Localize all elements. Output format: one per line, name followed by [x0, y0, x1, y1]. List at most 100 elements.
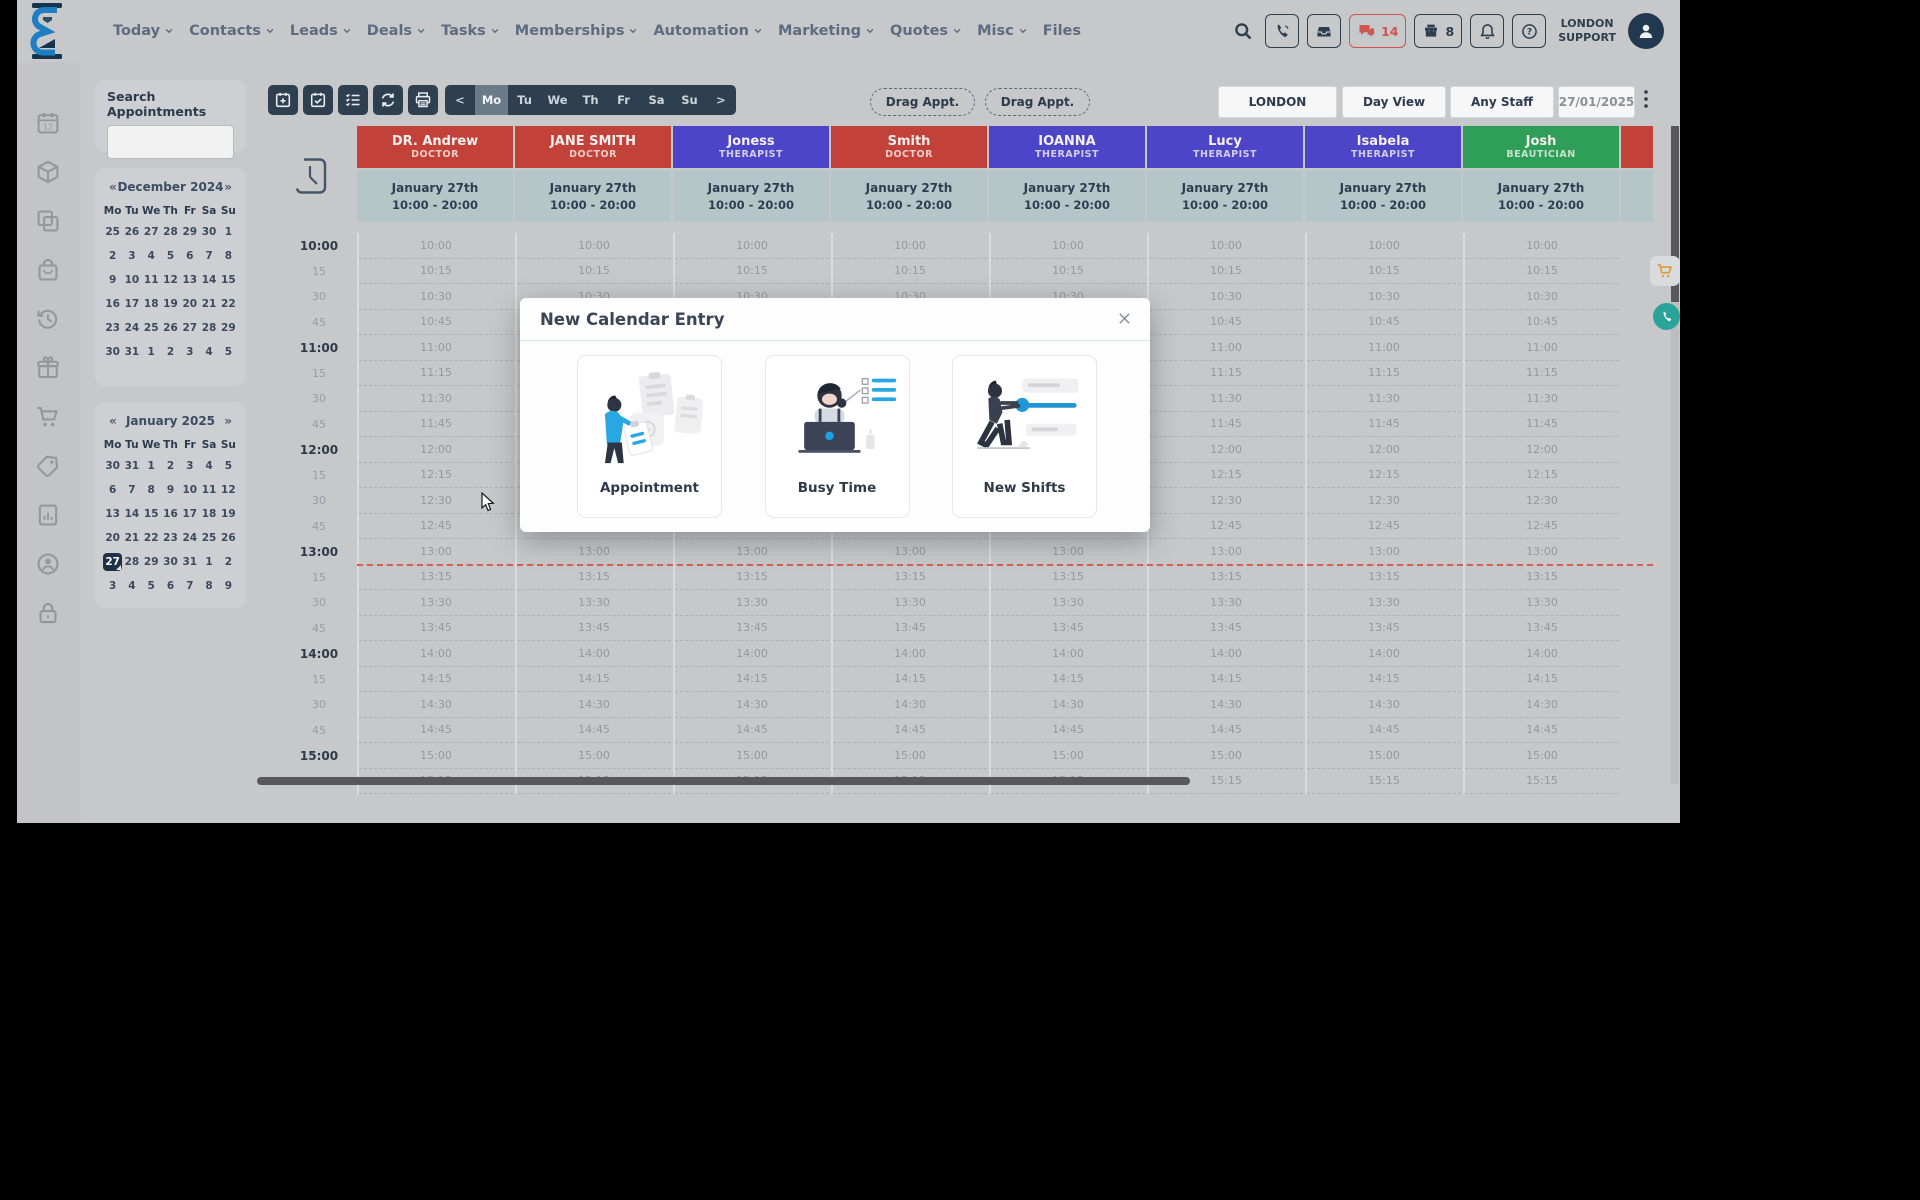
day-cell[interactable]: 25	[142, 319, 161, 337]
time-slot-cell[interactable]: 13:15	[517, 565, 671, 591]
time-slot-cell[interactable]: 11:15	[1307, 361, 1461, 387]
day-cell[interactable]: 8	[219, 247, 238, 265]
day-cell[interactable]: 15	[219, 271, 238, 289]
day-cell[interactable]: 29	[219, 319, 238, 337]
horizontal-scrollbar[interactable]	[257, 777, 1190, 785]
time-slot-cell[interactable]: 14:30	[833, 692, 987, 718]
time-slot-cell[interactable]: 13:00	[991, 539, 1145, 565]
day-cell[interactable]: 30	[199, 223, 218, 241]
notifications-button[interactable]	[1470, 14, 1504, 48]
prev-month-button[interactable]: «	[109, 414, 117, 428]
time-slot-cell[interactable]: 13:30	[1149, 590, 1303, 616]
time-slot-cell[interactable]: 11:00	[1307, 335, 1461, 361]
sidebar-item-copy[interactable]	[33, 206, 63, 236]
day-cell[interactable]: 20	[103, 529, 122, 547]
time-slot-cell[interactable]: 12:45	[359, 514, 513, 540]
nav-item-today[interactable]: Today	[113, 23, 174, 39]
time-slot-cell[interactable]: 13:00	[1307, 539, 1461, 565]
day-cell[interactable]: 28	[199, 319, 218, 337]
time-slot-cell[interactable]: 12:45	[1307, 514, 1461, 540]
time-slot-cell[interactable]: 15:00	[991, 743, 1145, 769]
time-slot-cell[interactable]: 12:00	[1465, 437, 1619, 463]
time-slot-cell[interactable]: 12:45	[1465, 514, 1619, 540]
time-slot-cell[interactable]: 10:15	[1465, 259, 1619, 285]
day-cell[interactable]: 3	[180, 343, 199, 361]
nav-item-memberships[interactable]: Memberships	[515, 23, 639, 39]
time-slot-cell[interactable]: 14:30	[1465, 692, 1619, 718]
day-cell[interactable]: 8	[142, 481, 161, 499]
time-slot-cell[interactable]: 10:45	[1149, 310, 1303, 336]
day-cell[interactable]: 27	[180, 319, 199, 337]
time-slot-cell[interactable]: 14:30	[1307, 692, 1461, 718]
time-slot-cell[interactable]: 13:00	[675, 539, 829, 565]
time-slot-cell[interactable]: 13:15	[991, 565, 1145, 591]
time-slot-cell[interactable]: 12:15	[1149, 463, 1303, 489]
time-slot-cell[interactable]: 11:45	[359, 412, 513, 438]
day-cell[interactable]: 20	[180, 295, 199, 313]
day-cell[interactable]: 10	[122, 271, 141, 289]
time-slot-cell[interactable]: 14:45	[359, 718, 513, 744]
app-logo-hourglass-icon[interactable]	[21, 3, 73, 59]
time-slot-cell[interactable]: 14:30	[1149, 692, 1303, 718]
time-slot-cell[interactable]: 14:15	[675, 667, 829, 693]
time-slot-cell[interactable]: 14:00	[1307, 641, 1461, 667]
time-slot-cell[interactable]: 15:00	[675, 743, 829, 769]
day-cell[interactable]: 9	[161, 481, 180, 499]
time-slot-cell[interactable]: 14:00	[1465, 641, 1619, 667]
time-slot-cell[interactable]: 10:45	[1465, 310, 1619, 336]
day-cell[interactable]: 13	[103, 505, 122, 523]
day-cell[interactable]: 30	[161, 553, 180, 571]
time-slot-cell[interactable]: 11:30	[1149, 386, 1303, 412]
day-cell[interactable]: 30	[103, 343, 122, 361]
sidebar-item-account[interactable]	[33, 549, 63, 579]
time-slot-cell[interactable]: 14:00	[517, 641, 671, 667]
time-slot-cell[interactable]: 13:45	[675, 616, 829, 642]
day-cell[interactable]: 27	[142, 223, 161, 241]
time-slot-cell[interactable]: 11:45	[1149, 412, 1303, 438]
time-slot-cell[interactable]: 10:45	[1307, 310, 1461, 336]
day-cell[interactable]: 6	[161, 577, 180, 595]
time-slot-cell[interactable]: 13:00	[833, 539, 987, 565]
time-slot-cell[interactable]: 13:45	[517, 616, 671, 642]
time-slot-cell[interactable]: 10:00	[359, 233, 513, 259]
day-cell[interactable]: 9	[219, 577, 238, 595]
kebab-icon[interactable]	[1639, 88, 1653, 114]
day-cell[interactable]: 2	[219, 553, 238, 571]
day-cell[interactable]: 2	[161, 343, 180, 361]
day-cell[interactable]: 29	[180, 223, 199, 241]
toolbar-button-checklist[interactable]	[338, 85, 368, 115]
time-slot-cell[interactable]: 10:30	[1465, 284, 1619, 310]
day-cell[interactable]: 3	[180, 457, 199, 475]
time-slot-cell[interactable]: 12:15	[359, 463, 513, 489]
time-slot-cell[interactable]: 15:00	[517, 743, 671, 769]
day-cell[interactable]: 4	[122, 577, 141, 595]
time-slot-cell[interactable]: 11:00	[1149, 335, 1303, 361]
day-cell[interactable]: 19	[219, 505, 238, 523]
time-slot-cell[interactable]: 13:15	[1149, 565, 1303, 591]
day-cell[interactable]: 26	[122, 223, 141, 241]
time-slot-cell[interactable]: 13:15	[833, 565, 987, 591]
toolbar-button-refresh[interactable]	[373, 85, 403, 115]
time-slot-cell[interactable]: 14:00	[359, 641, 513, 667]
location-select[interactable]: LONDON	[1218, 86, 1337, 118]
time-slot-cell[interactable]: 14:15	[1307, 667, 1461, 693]
day-cell[interactable]: 18	[142, 295, 161, 313]
time-slot-cell[interactable]: 13:45	[1149, 616, 1303, 642]
day-cell[interactable]: 12	[161, 271, 180, 289]
nav-item-contacts[interactable]: Contacts	[189, 23, 275, 39]
day-cell[interactable]: 11	[142, 271, 161, 289]
day-cell[interactable]: 4	[199, 343, 218, 361]
day-cell[interactable]: 8	[199, 577, 218, 595]
date-picker[interactable]: 27/01/2025	[1558, 86, 1635, 118]
day-cell[interactable]: 27	[103, 553, 122, 571]
day-tab-fr[interactable]: Fr	[607, 85, 640, 115]
sidebar-item-history[interactable]	[33, 304, 63, 334]
day-cell[interactable]: 9	[103, 271, 122, 289]
floating-cart-button[interactable]	[1650, 256, 1680, 286]
sidebar-item-cube[interactable]	[33, 157, 63, 187]
day-tab-su[interactable]: Su	[673, 85, 706, 115]
time-slot-cell[interactable]: 13:15	[1307, 565, 1461, 591]
time-slot-cell[interactable]: 14:45	[1307, 718, 1461, 744]
time-slot-cell[interactable]: 11:15	[1149, 361, 1303, 387]
time-slot-cell[interactable]: 12:30	[1307, 488, 1461, 514]
